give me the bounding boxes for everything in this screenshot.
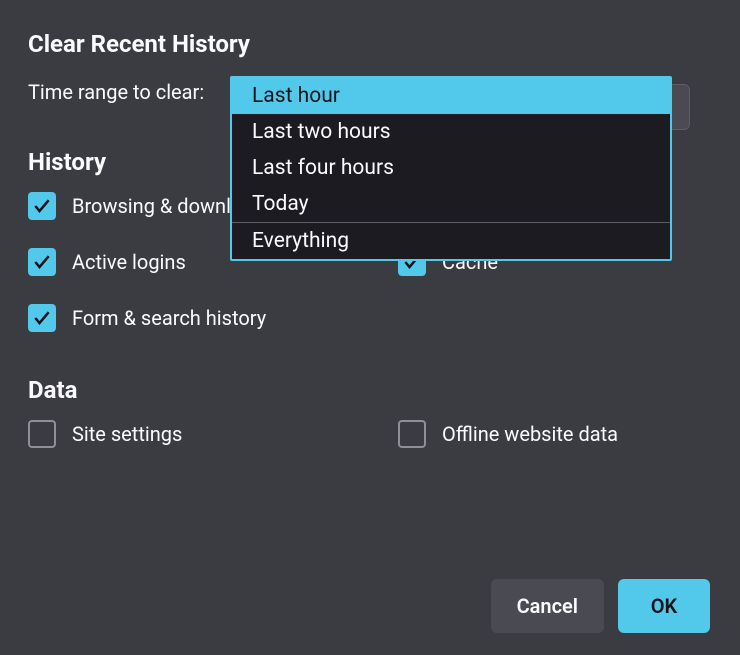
checkbox-input[interactable]	[398, 420, 426, 448]
checkbox-label: Site settings	[72, 422, 182, 446]
checkbox-input[interactable]	[28, 304, 56, 332]
dropdown-option-today[interactable]: Today	[232, 186, 670, 222]
checkbox-form-search[interactable]: Form & search history	[28, 304, 398, 332]
checkbox-site-settings[interactable]: Site settings	[28, 420, 398, 448]
data-checkbox-grid: Site settings Offline website data	[28, 420, 712, 448]
checkbox-input[interactable]	[28, 192, 56, 220]
checkbox-label: Offline website data	[442, 422, 618, 446]
ok-button[interactable]: OK	[618, 579, 710, 633]
dropdown-option-last-hour[interactable]: Last hour	[232, 78, 670, 114]
dropdown-option-everything[interactable]: Everything	[232, 223, 670, 259]
check-icon	[32, 252, 52, 272]
checkbox-input[interactable]	[28, 248, 56, 276]
time-range-label: Time range to clear:	[28, 80, 204, 104]
dialog-title: Clear Recent History	[28, 30, 712, 58]
checkbox-offline-data[interactable]: Offline website data	[398, 420, 712, 448]
checkbox-input[interactable]	[28, 420, 56, 448]
dropdown-option-last-two-hours[interactable]: Last two hours	[232, 114, 670, 150]
checkbox-label: Form & search history	[72, 306, 266, 330]
dialog-buttons: Cancel OK	[491, 579, 710, 633]
dropdown-option-last-four-hours[interactable]: Last four hours	[232, 150, 670, 186]
checkbox-label: Active logins	[72, 250, 186, 274]
data-section-title: Data	[28, 376, 712, 404]
cancel-button[interactable]: Cancel	[491, 579, 604, 633]
time-range-dropdown[interactable]: Last hour Last two hours Last four hours…	[230, 76, 672, 261]
check-icon	[32, 308, 52, 328]
check-icon	[32, 196, 52, 216]
